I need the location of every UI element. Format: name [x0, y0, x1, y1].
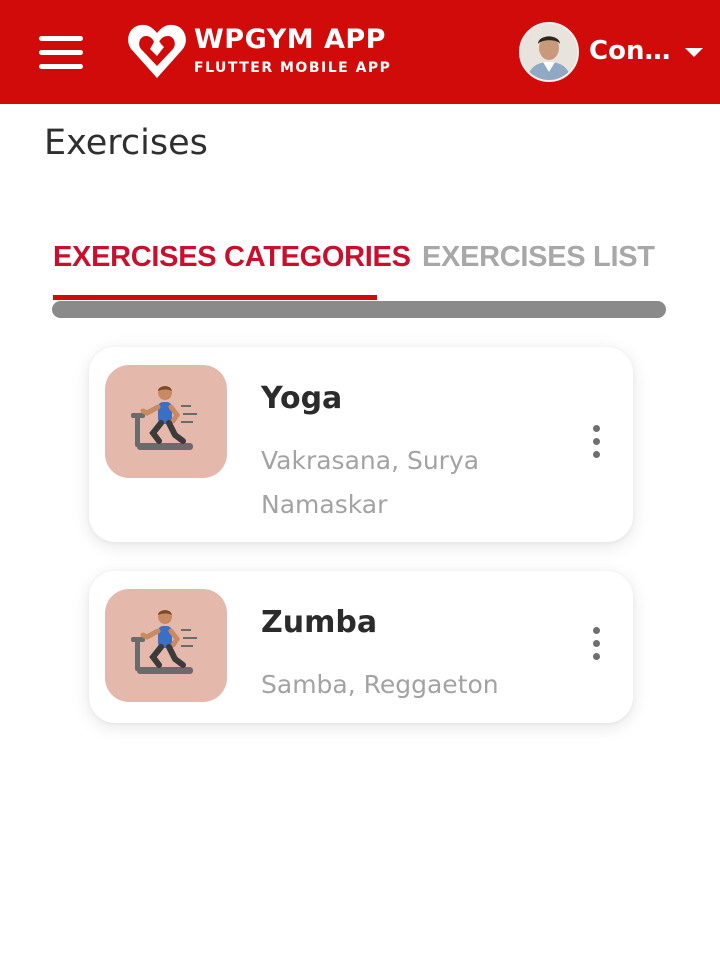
more-vertical-icon[interactable]	[585, 425, 607, 465]
menu-icon-line	[39, 50, 83, 55]
dot	[593, 627, 600, 634]
category-title: Yoga	[261, 381, 343, 416]
wpgym-logo-icon	[128, 24, 186, 78]
brand-name: WPGYM APP	[194, 24, 386, 55]
menu-icon-line	[39, 36, 83, 41]
treadmill-runner-icon	[131, 386, 197, 450]
dot	[593, 451, 600, 458]
menu-icon[interactable]	[39, 36, 85, 70]
treadmill-runner-icon	[131, 610, 197, 674]
brand-subtitle: FLUTTER MOBILE APP	[194, 60, 392, 76]
category-thumbnail	[105, 589, 227, 702]
tab-exercises-categories[interactable]: EXERCISES CATEGORIES	[53, 241, 411, 274]
tab-scrollbar[interactable]	[52, 301, 666, 318]
menu-icon-line	[39, 64, 83, 69]
category-card-yoga[interactable]: Yoga Vakrasana, Surya Namaskar	[89, 347, 633, 542]
avatar-photo	[521, 24, 577, 80]
app-bar: WPGYM APP FLUTTER MOBILE APP Con…	[0, 0, 720, 104]
category-card-zumba[interactable]: Zumba Samba, Reggaeton	[89, 571, 633, 723]
dot	[593, 438, 600, 445]
category-title: Zumba	[261, 605, 378, 640]
page-title: Exercises	[44, 123, 208, 163]
tab-exercises-list[interactable]: EXERCISES LIST	[422, 241, 655, 274]
active-tab-indicator	[53, 295, 377, 300]
dot	[593, 425, 600, 432]
category-exercises: Samba, Reggaeton	[261, 670, 499, 699]
chevron-down-icon[interactable]	[685, 48, 703, 57]
dot	[593, 653, 600, 660]
dot	[593, 640, 600, 647]
user-avatar[interactable]	[519, 22, 579, 82]
category-thumbnail	[105, 365, 227, 478]
more-vertical-icon[interactable]	[585, 627, 607, 667]
category-exercises: Vakrasana, Surya Namaskar	[261, 446, 480, 519]
user-name[interactable]: Con…	[589, 36, 670, 66]
